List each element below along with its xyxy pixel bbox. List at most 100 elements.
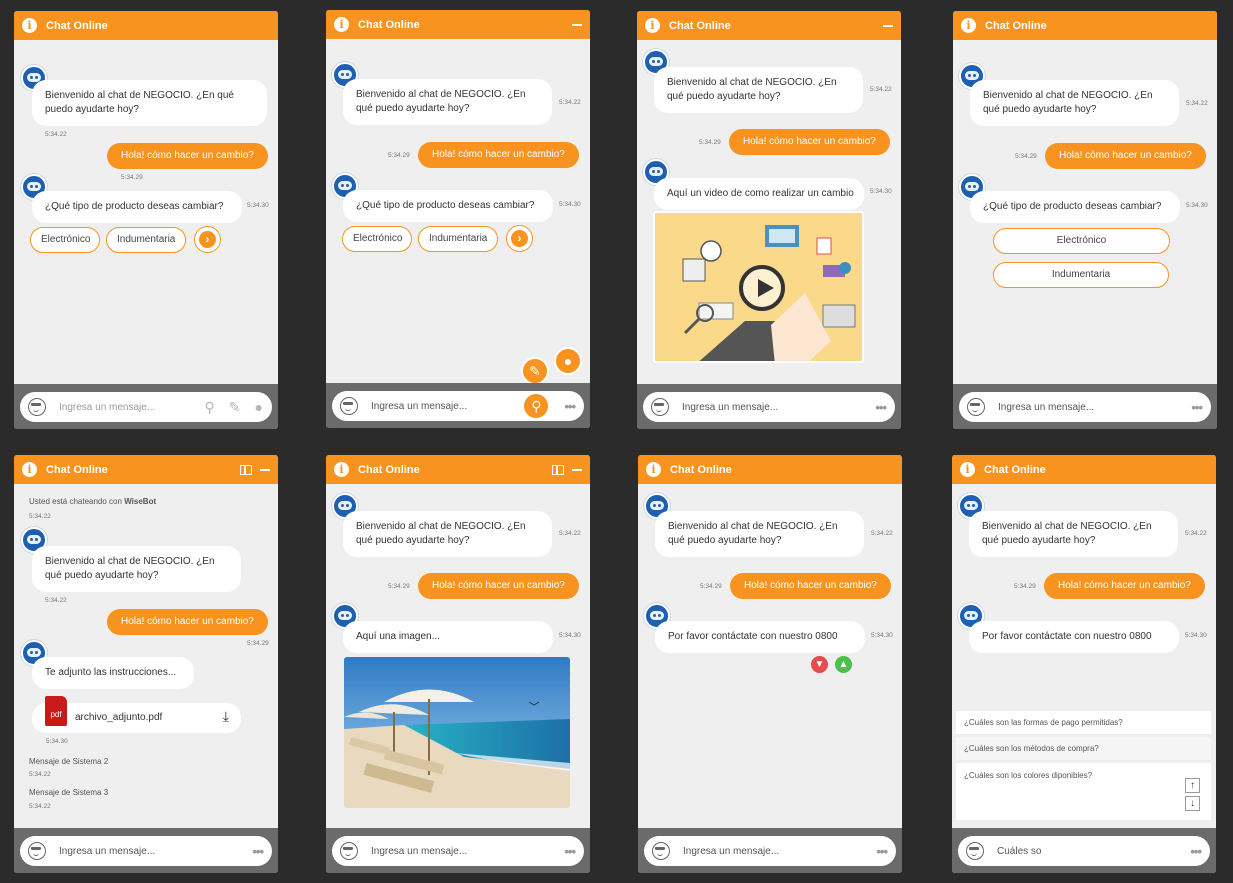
message-input-bar: Ingresa un mensaje... ••• bbox=[643, 392, 895, 422]
smile-icon[interactable] bbox=[652, 842, 670, 860]
more-icon[interactable]: ••• bbox=[564, 844, 576, 859]
user-message: Hola! cómo hacer un cambio? bbox=[729, 129, 890, 155]
message-input[interactable]: Ingresa un mensaje... bbox=[998, 402, 1191, 413]
message-input[interactable]: Ingresa un mensaje... bbox=[59, 402, 191, 413]
timestamp: 5:34.22 bbox=[559, 530, 581, 537]
timestamp: 5:34.29 bbox=[121, 174, 143, 181]
message-input[interactable]: Ingresa un mensaje... bbox=[371, 846, 564, 857]
download-icon[interactable]: ⤓ bbox=[223, 708, 229, 725]
bot-welcome-message: Bienvenido al chat de NEGOCIO. ¿En qué p… bbox=[654, 67, 863, 113]
chat-header: i Chat Online bbox=[326, 455, 590, 484]
input-footer: Ingresa un mensaje... ⚲ ✎ ● bbox=[14, 384, 278, 429]
minimize-icon[interactable] bbox=[260, 468, 270, 471]
timestamp: 5:34.22 bbox=[29, 513, 51, 520]
user-message: Hola! cómo hacer un cambio? bbox=[418, 142, 579, 168]
message-input[interactable]: Ingresa un mensaje... bbox=[371, 401, 522, 412]
bot-welcome-message: Bienvenido al chat de NEGOCIO. ¿En qué p… bbox=[969, 511, 1178, 557]
user-message: Hola! cómo hacer un cambio? bbox=[418, 573, 579, 599]
beach-image[interactable] bbox=[344, 657, 570, 808]
thumbs-down-icon[interactable]: ▼ bbox=[811, 656, 828, 673]
message-input[interactable]: Ingresa un mensaje... bbox=[59, 846, 252, 857]
bot-video-message: Aquí un video de como realizar un cambio bbox=[654, 178, 864, 210]
more-icon[interactable]: ••• bbox=[1190, 844, 1202, 859]
input-footer: Ingresa un mensaje... ••• bbox=[638, 828, 902, 873]
chatting-with-label: Usted está chateando con WiseBot bbox=[29, 497, 157, 506]
layout-icon[interactable] bbox=[240, 464, 252, 475]
bot-welcome-message: Bienvenido al chat de NEGOCIO. ¿En qué p… bbox=[32, 80, 267, 126]
option-electronico-button[interactable]: Electrónico bbox=[993, 228, 1170, 254]
location-icon[interactable]: ⚲ bbox=[522, 392, 551, 420]
chat-title: Chat Online bbox=[358, 18, 420, 31]
play-icon[interactable] bbox=[739, 265, 785, 311]
location-icon[interactable]: ⚲ bbox=[205, 399, 215, 416]
smile-icon[interactable] bbox=[651, 398, 669, 416]
smile-icon[interactable] bbox=[967, 398, 985, 416]
more-icon[interactable]: ••• bbox=[1191, 400, 1203, 415]
option-indumentaria-button[interactable]: Indumentaria bbox=[106, 227, 186, 253]
minimize-icon[interactable] bbox=[883, 24, 893, 27]
user-message: Hola! cómo hacer un cambio? bbox=[107, 609, 268, 635]
system-message-2: Mensaje de Sistema 2 bbox=[29, 757, 109, 766]
option-indumentaria-button[interactable]: Indumentaria bbox=[993, 262, 1169, 288]
thumbs-up-icon[interactable]: ▲ bbox=[835, 656, 852, 673]
chat-header: i Chat Online bbox=[637, 11, 901, 40]
info-icon[interactable]: i bbox=[22, 18, 37, 33]
input-footer: Ingresa un mensaje... ⚲ ••• bbox=[326, 383, 590, 428]
beach-photo bbox=[344, 657, 570, 808]
video-thumbnail[interactable] bbox=[653, 211, 864, 363]
info-icon[interactable]: i bbox=[645, 18, 660, 33]
next-options-button[interactable]: › bbox=[194, 226, 221, 253]
suggestion-item[interactable]: ¿Cuáles son los colores diponibles? bbox=[956, 763, 1211, 821]
arrow-down-icon[interactable]: ↓ bbox=[1185, 796, 1200, 811]
smile-icon[interactable] bbox=[28, 398, 46, 416]
mic-icon[interactable]: ● bbox=[255, 399, 263, 415]
info-icon[interactable]: i bbox=[961, 18, 976, 33]
bot-welcome-message: Bienvenido al chat de NEGOCIO. ¿En qué p… bbox=[343, 79, 552, 125]
smile-icon[interactable] bbox=[28, 842, 46, 860]
arrow-up-icon[interactable]: ↑ bbox=[1185, 778, 1200, 793]
chat-title: Chat Online bbox=[358, 463, 420, 476]
minimize-icon[interactable] bbox=[572, 23, 582, 26]
message-input[interactable]: Ingresa un mensaje... bbox=[682, 402, 875, 413]
smile-icon[interactable] bbox=[966, 842, 984, 860]
bot-product-question: ¿Qué tipo de producto deseas cambiar? bbox=[32, 191, 242, 223]
info-icon[interactable]: i bbox=[22, 462, 37, 477]
message-input[interactable]: Cuáles so bbox=[997, 846, 1190, 857]
next-options-button[interactable]: › bbox=[506, 225, 533, 252]
file-attachment[interactable]: pdf archivo_adjunto.pdf ⤓ bbox=[32, 696, 241, 733]
timestamp: 5:34.30 bbox=[247, 202, 269, 209]
timestamp: 5:34.22 bbox=[559, 99, 581, 106]
more-icon[interactable]: ••• bbox=[876, 844, 888, 859]
info-icon[interactable]: i bbox=[960, 462, 975, 477]
timestamp: 5:34.30 bbox=[871, 632, 893, 639]
chat-title: Chat Online bbox=[670, 463, 732, 476]
option-indumentaria-button[interactable]: Indumentaria bbox=[418, 226, 498, 252]
mic-icon[interactable]: ● bbox=[554, 347, 582, 375]
layout-icon[interactable] bbox=[552, 464, 564, 475]
pdf-file-icon: pdf bbox=[45, 696, 67, 726]
info-icon[interactable]: i bbox=[646, 462, 661, 477]
smile-icon[interactable] bbox=[340, 397, 358, 415]
minimize-icon[interactable] bbox=[572, 468, 582, 471]
input-footer: Ingresa un mensaje... ••• bbox=[326, 828, 590, 873]
bot-name: WiseBot bbox=[124, 497, 157, 506]
bot-attach-message: Te adjunto las instrucciones... bbox=[32, 657, 194, 689]
more-icon[interactable]: ••• bbox=[252, 844, 264, 859]
option-electronico-button[interactable]: Electrónico bbox=[342, 226, 412, 252]
attach-icon[interactable]: ✎ bbox=[229, 399, 241, 416]
chat-title: Chat Online bbox=[985, 19, 1047, 32]
option-electronico-button[interactable]: Electrónico bbox=[30, 227, 100, 253]
timestamp: 5:34.30 bbox=[1185, 632, 1207, 639]
suggestion-item[interactable]: ¿Cuáles son los métodos de compra? bbox=[956, 737, 1211, 761]
more-icon[interactable]: ••• bbox=[875, 400, 887, 415]
bot-contact-message: Por favor contáctate con nuestro 0800 bbox=[969, 621, 1179, 653]
smile-icon[interactable] bbox=[340, 842, 358, 860]
attach-icon[interactable]: ✎ bbox=[521, 357, 549, 385]
input-footer: Ingresa un mensaje... ••• bbox=[953, 384, 1217, 429]
more-icon[interactable]: ••• bbox=[564, 399, 576, 414]
info-icon[interactable]: i bbox=[334, 17, 349, 32]
timestamp: 5:34.29 bbox=[388, 152, 410, 159]
info-icon[interactable]: i bbox=[334, 462, 349, 477]
message-input[interactable]: Ingresa un mensaje... bbox=[683, 846, 876, 857]
suggestion-item[interactable]: ¿Cuáles son las formas de pago permitida… bbox=[956, 711, 1211, 735]
